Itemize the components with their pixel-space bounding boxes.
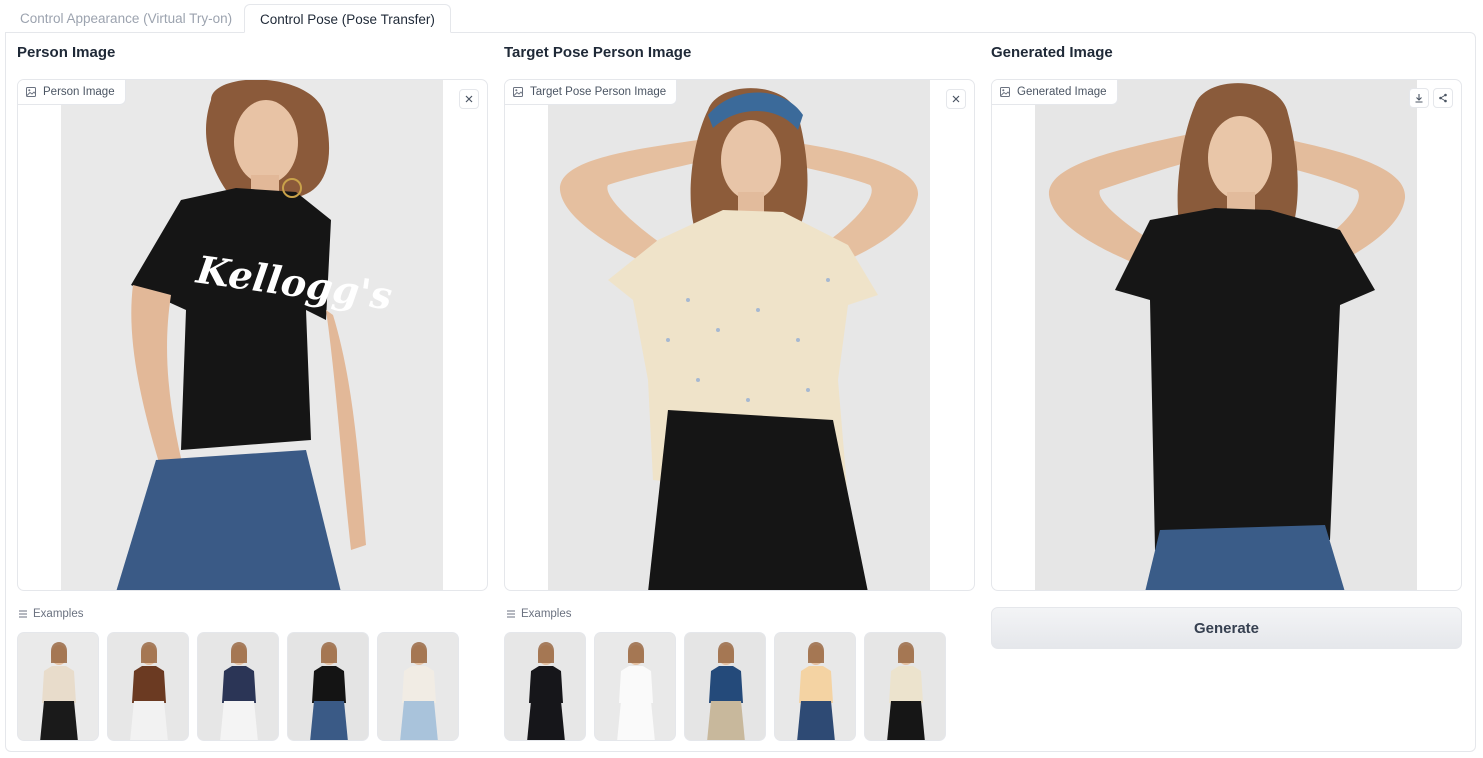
person-example-thumb[interactable] [17,632,99,741]
target-example-image [775,633,855,740]
image-icon [26,87,36,97]
target-example-image [595,633,675,740]
person-image-label-text: Person Image [43,86,115,98]
list-icon [507,610,515,618]
generated-photo [1035,80,1417,590]
list-icon [19,610,27,618]
target-examples-label: Examples [506,608,572,620]
close-icon [465,95,473,103]
target-pose-label: Target Pose Person Image [505,80,678,105]
target-example-thumb[interactable] [864,632,946,741]
person-examples-gallery [17,632,459,741]
tab-control-appearance[interactable]: Control Appearance (Virtual Try-on) [5,4,244,33]
target-pose-label-text: Target Pose Person Image [530,86,667,98]
person-example-image [378,633,458,740]
person-example-thumb[interactable] [197,632,279,741]
clear-image-button[interactable] [459,89,479,109]
person-example-thumb[interactable] [287,632,369,741]
person-example-image [198,633,278,740]
generated-image-output: Generated Image [991,79,1462,591]
tab-control-pose[interactable]: Control Pose (Pose Transfer) [244,4,451,33]
target-examples-gallery [504,632,946,741]
person-examples-label: Examples [18,608,84,620]
generated-image-title: Generated Image [991,44,1113,61]
person-example-image [108,633,188,740]
image-icon [1000,87,1010,97]
person-example-thumb[interactable] [377,632,459,741]
person-photo: Kellogg's [61,80,443,590]
person-example-thumb[interactable] [107,632,189,741]
target-example-thumb[interactable] [774,632,856,741]
target-example-thumb[interactable] [684,632,766,741]
target-examples-label-text: Examples [521,608,572,620]
download-icon [1415,94,1423,103]
image-icon [513,87,523,97]
share-button[interactable] [1433,88,1453,108]
person-image-label: Person Image [18,80,126,105]
person-example-image [18,633,98,740]
clear-target-button[interactable] [946,89,966,109]
target-example-image [865,633,945,740]
person-examples-label-text: Examples [33,608,84,620]
close-icon [952,95,960,103]
target-example-image [685,633,765,740]
tab-bar: Control Appearance (Virtual Try-on) Cont… [5,4,451,33]
generated-image-label: Generated Image [992,80,1118,105]
generated-image-label-text: Generated Image [1017,86,1107,98]
target-example-thumb[interactable] [504,632,586,741]
person-image-upload[interactable]: Person Image Kellogg's [17,79,488,591]
target-pose-photo [548,80,930,590]
person-example-image [288,633,368,740]
target-example-image [505,633,585,740]
person-image-title: Person Image [17,44,116,61]
download-button[interactable] [1409,88,1429,108]
share-icon [1439,93,1447,103]
target-pose-image-upload[interactable]: Target Pose Person Image [504,79,975,591]
app-root: Control Appearance (Virtual Try-on) Cont… [0,0,1483,758]
target-pose-title: Target Pose Person Image [504,44,692,61]
generate-button[interactable]: Generate [991,607,1462,649]
target-example-thumb[interactable] [594,632,676,741]
